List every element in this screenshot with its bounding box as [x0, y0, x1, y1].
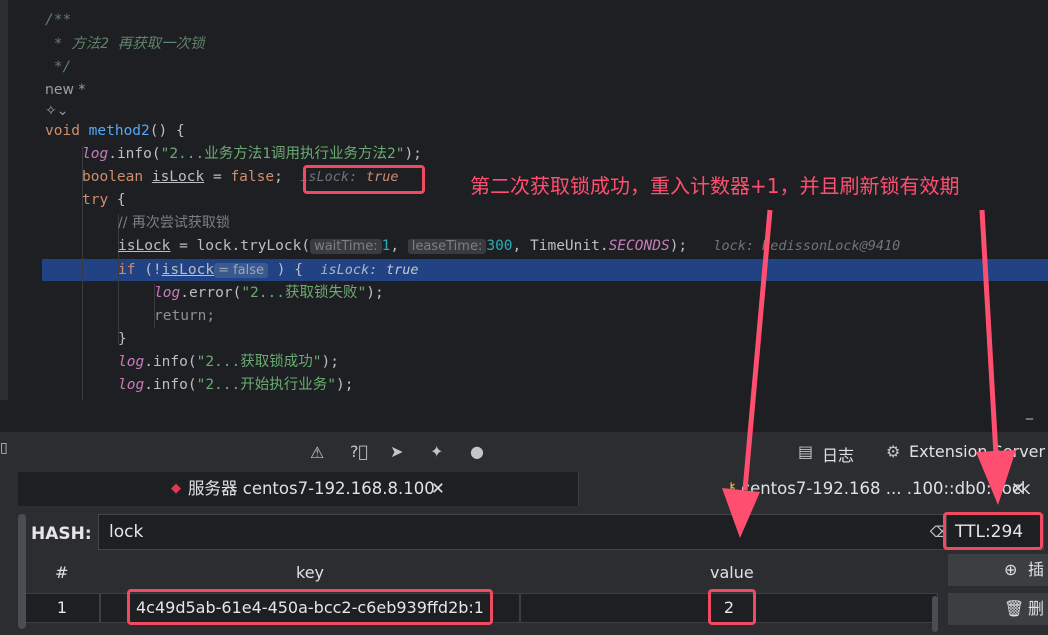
annotation-arrows	[722, 209, 1016, 538]
arrow-to-value	[722, 209, 773, 538]
arrow-to-ttl	[976, 209, 1016, 505]
